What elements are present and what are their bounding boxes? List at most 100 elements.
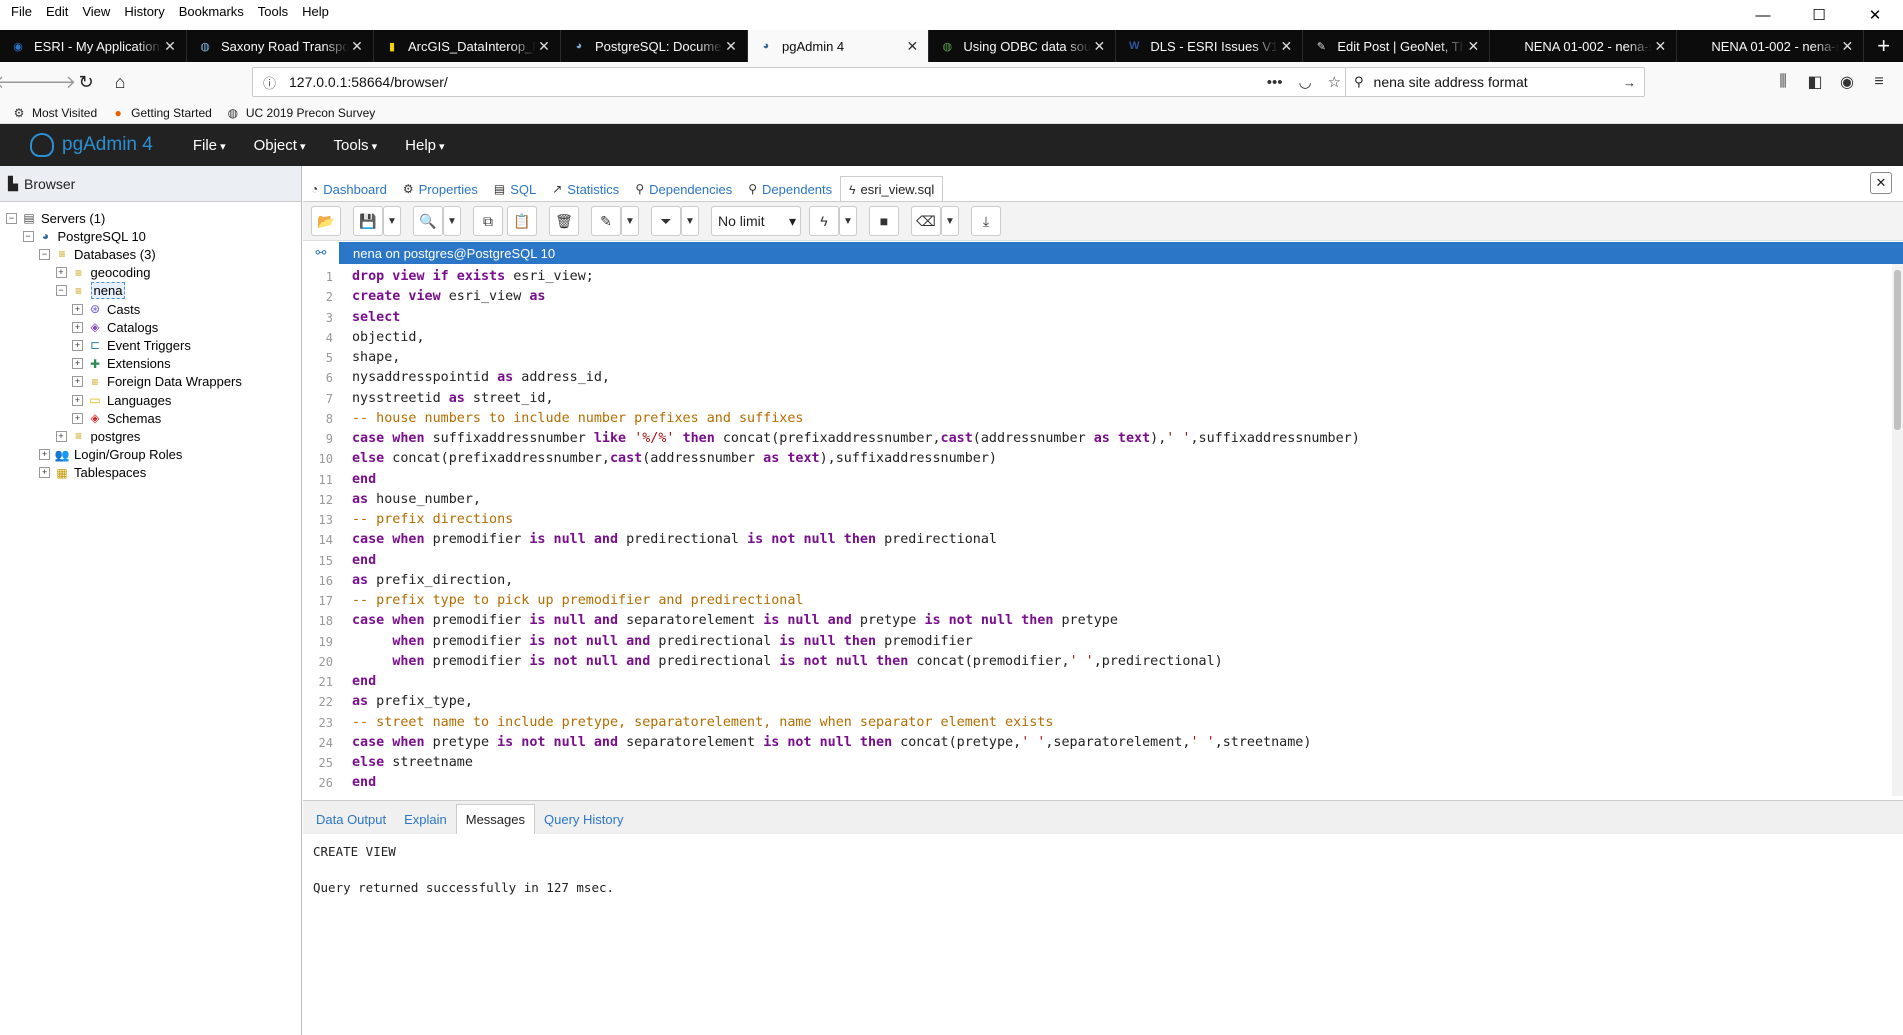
tab-properties[interactable]: ⚙ Properties	[395, 176, 486, 202]
tree-toggle-icon[interactable]: +	[55, 267, 67, 279]
save-file-button[interactable]: 💾	[353, 206, 383, 236]
browser-tab[interactable]: ◉ ESRI - My Applications ✕	[0, 30, 187, 62]
tree-node[interactable]: + ◈ Catalogs	[72, 317, 158, 337]
home-button[interactable]: ⌂	[104, 66, 136, 98]
filter-dropdown-button[interactable]: ▼	[681, 206, 699, 236]
tree-node[interactable]: + 👥 Login/Group Roles	[39, 445, 182, 465]
page-actions-icon[interactable]: •••	[1267, 74, 1283, 91]
site-info-icon[interactable]: ⓘ	[263, 73, 281, 92]
execute-button[interactable]: ϟ	[809, 206, 839, 236]
code-line[interactable]: -- prefix type to pick up premodifier an…	[352, 593, 803, 608]
tree-toggle-icon[interactable]: −	[6, 212, 17, 224]
address-bar[interactable]: ⓘ 127.0.0.1:58664/browser/ ••• ◡ ☆	[252, 67, 1350, 97]
output-tab-data-output[interactable]: Data Output	[307, 804, 395, 834]
output-tab-messages[interactable]: Messages	[455, 804, 535, 834]
tab-sql[interactable]: ▤ SQL	[486, 176, 544, 202]
find-button[interactable]: 🔍	[413, 206, 443, 236]
code-line[interactable]: as house_number,	[352, 492, 481, 507]
bookmark-item[interactable]: ● Getting Started	[111, 106, 212, 120]
bookmark-item[interactable]: ◍ UC 2019 Precon Survey	[226, 106, 376, 120]
browser-tab[interactable]: ◕ pgAdmin 4 ✕	[748, 30, 930, 62]
pocket-icon[interactable]: ◡	[1298, 73, 1311, 91]
search-bar[interactable]: ⚲ nena site address format →	[1345, 67, 1645, 97]
pgadmin-logo[interactable]: pgAdmin 4	[30, 133, 153, 157]
menu-view[interactable]: View	[75, 4, 117, 19]
tab-statistics[interactable]: ↗ Statistics	[544, 176, 627, 202]
tree-toggle-icon[interactable]: +	[55, 430, 67, 442]
tree-toggle-icon[interactable]: −	[22, 230, 34, 242]
tree-toggle-icon[interactable]: −	[55, 285, 67, 297]
bookmark-item[interactable]: ⚙ Most Visited	[12, 106, 98, 120]
code-line[interactable]: select	[352, 310, 400, 325]
menu-help[interactable]: Help	[295, 4, 336, 19]
find-dropdown-button[interactable]: ▼	[443, 206, 461, 236]
search-go-icon[interactable]: →	[1623, 75, 1636, 90]
code-line[interactable]: drop view if exists esri_view;	[352, 269, 594, 284]
close-tab-icon[interactable]: ✕	[162, 38, 178, 55]
code-line[interactable]: end	[352, 775, 376, 790]
new-tab-button[interactable]: +	[1864, 30, 1903, 62]
code-line[interactable]: as prefix_type,	[352, 694, 473, 709]
close-tab-icon[interactable]: ✕	[1278, 38, 1294, 55]
scrollbar-thumb[interactable]	[1894, 270, 1901, 430]
open-file-button[interactable]: 📂	[311, 206, 341, 236]
url-text[interactable]: 127.0.0.1:58664/browser/	[289, 74, 1259, 90]
tree-node[interactable]: + ⊛ Casts	[72, 299, 140, 319]
menu-edit[interactable]: Edit	[39, 4, 75, 19]
tree-toggle-icon[interactable]: +	[72, 321, 83, 333]
tree-node[interactable]: − ≡ Databases (3)	[39, 244, 156, 264]
tree-node[interactable]: + ▭ Languages	[72, 390, 171, 410]
sidebar-icon[interactable]: ◧	[1799, 72, 1831, 92]
code-line[interactable]: shape,	[352, 350, 400, 365]
code-line[interactable]: -- prefix directions	[352, 512, 513, 527]
edit-button[interactable]: ✎	[591, 206, 621, 236]
tree-toggle-icon[interactable]: +	[72, 376, 83, 388]
code-line[interactable]: create view esri_view as	[352, 289, 546, 304]
browser-tab[interactable]: ◍ Using ODBC data sourc ✕	[929, 30, 1117, 62]
reload-button[interactable]: ↻	[70, 66, 102, 98]
save-dropdown-button[interactable]: ▼	[383, 206, 401, 236]
close-tab-icon[interactable]: ✕	[904, 38, 920, 55]
library-icon[interactable]: ⫼	[1767, 73, 1799, 91]
tree-node[interactable]: − ▤ Servers (1)	[6, 208, 105, 228]
browser-tab[interactable]: ✎ Edit Post | GeoNet, The ✕	[1303, 30, 1491, 62]
browser-tab[interactable]: ◕ PostgreSQL: Document ✕	[561, 30, 748, 62]
code-line[interactable]: objectid,	[352, 330, 425, 345]
pgadmin-menu-tools[interactable]: Tools	[320, 137, 392, 154]
menu-history[interactable]: History	[117, 4, 171, 19]
code-line[interactable]: case when pretype is not null and separa…	[352, 735, 1311, 750]
tree-toggle-icon[interactable]: +	[72, 358, 83, 370]
filter-icon[interactable]: ⏷	[651, 206, 681, 236]
account-icon[interactable]: ◉	[1831, 72, 1863, 92]
close-tab-icon[interactable]: ✕	[536, 38, 552, 55]
tree-toggle-icon[interactable]: +	[72, 303, 83, 315]
tree-toggle-icon[interactable]: −	[39, 248, 50, 260]
menu-file[interactable]: File	[4, 4, 39, 19]
code-line[interactable]: end	[352, 472, 376, 487]
delete-button[interactable]: 🗑	[549, 206, 579, 236]
tab-esri-view-sql[interactable]: ϟ esri_view.sql	[840, 176, 944, 202]
execute-dropdown-button[interactable]: ▼	[839, 206, 857, 236]
code-line[interactable]: case when premodifier is null and separa…	[352, 613, 1118, 628]
download-button[interactable]: ⤓	[971, 206, 1001, 236]
tree-node[interactable]: + ≡ geocoding	[55, 263, 151, 283]
minimize-button[interactable]: —	[1735, 0, 1791, 30]
tree-node[interactable]: + ≡ Foreign Data Wrappers	[72, 372, 242, 392]
code-line[interactable]: as prefix_direction,	[352, 573, 513, 588]
menu-tools[interactable]: Tools	[251, 4, 295, 19]
browser-tab[interactable]: ▮ ArcGIS_DataInterop_Fin✕	[374, 30, 561, 62]
code-line[interactable]: nysaddresspointid as address_id,	[352, 370, 610, 385]
code-line[interactable]: -- house numbers to include number prefi…	[352, 411, 803, 426]
clear-dropdown-button[interactable]: ▼	[941, 206, 959, 236]
tab-dependencies[interactable]: ⚲ Dependencies	[627, 176, 740, 202]
tree-node[interactable]: + ✚ Extensions	[72, 354, 171, 374]
paste-button[interactable]: 📋	[507, 206, 537, 236]
editor-scrollbar[interactable]	[1892, 264, 1903, 796]
close-window-button[interactable]: ✕	[1847, 0, 1903, 30]
close-tab-icon[interactable]: ✕	[349, 38, 365, 55]
pgadmin-menu-object[interactable]: Object	[240, 137, 320, 154]
copy-button[interactable]: ⧉	[473, 206, 503, 236]
pgadmin-menu-help[interactable]: Help	[391, 137, 458, 154]
code-line[interactable]: when premodifier is not null and predire…	[352, 654, 1222, 669]
stop-button[interactable]: ■	[869, 206, 899, 236]
